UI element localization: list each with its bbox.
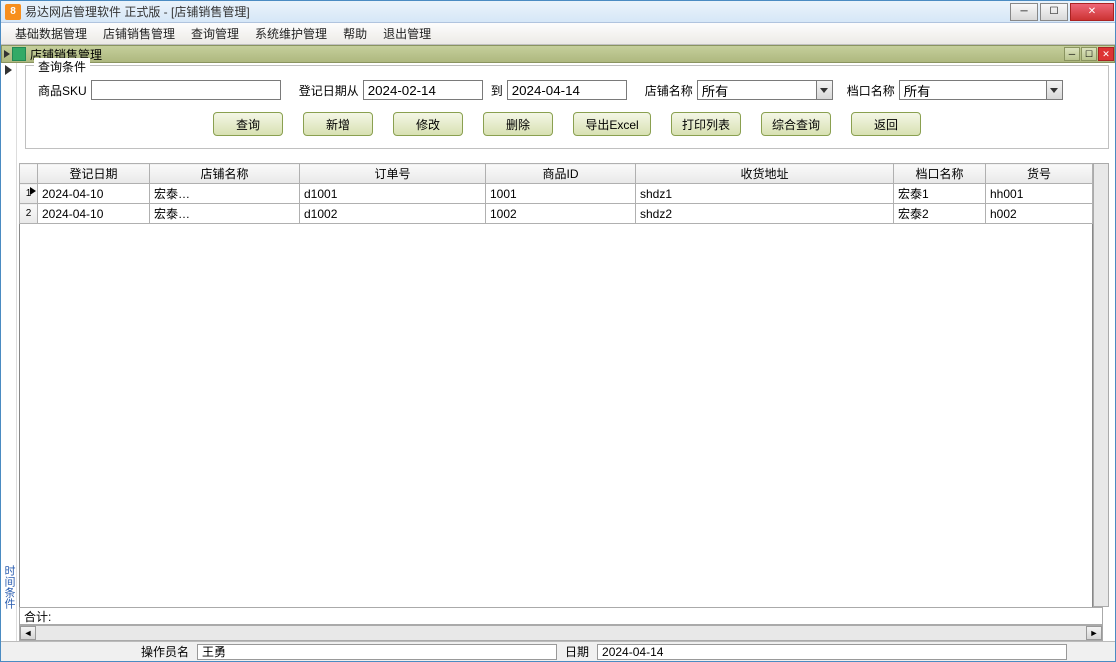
cell-store[interactable]: 宏泰… — [150, 184, 300, 204]
maximize-button[interactable]: ☐ — [1040, 3, 1068, 21]
mdi-minimize-button[interactable]: ─ — [1064, 47, 1080, 61]
query-groupbox: 查询条件 商品SKU 登记日期从 到 店铺名称 档口名称 — [25, 65, 1109, 149]
horizontal-scrollbar[interactable]: ◄ ► — [19, 625, 1103, 641]
chevron-down-icon[interactable] — [1047, 80, 1063, 100]
back-button[interactable]: 返回 — [851, 112, 921, 136]
table-row[interactable]: 2 2024-04-10 宏泰… d1002 1002 shdz2 宏泰2 h0… — [20, 204, 1093, 224]
mdi-restore-button[interactable]: ☐ — [1081, 47, 1097, 61]
stall-combo[interactable] — [899, 80, 1063, 100]
col-pid[interactable]: 商品ID — [486, 164, 636, 184]
query-button[interactable]: 查询 — [213, 112, 283, 136]
cell-order[interactable]: d1001 — [300, 184, 486, 204]
menu-system[interactable]: 系统维护管理 — [247, 25, 335, 42]
stall-combo-input[interactable] — [899, 80, 1047, 100]
cell-pid[interactable]: 1001 — [486, 184, 636, 204]
status-bar: 操作员名 王勇 日期 2024-04-14 — [1, 641, 1115, 661]
row-number: 2 — [20, 204, 38, 224]
col-stall[interactable]: 档口名称 — [894, 164, 986, 184]
cell-store[interactable]: 宏泰… — [150, 204, 300, 224]
date-to-label: 到 — [491, 82, 503, 99]
cell-stall[interactable]: 宏泰1 — [894, 184, 986, 204]
print-button[interactable]: 打印列表 — [671, 112, 741, 136]
sku-input[interactable] — [91, 80, 281, 100]
chevron-down-icon[interactable] — [817, 80, 833, 100]
mdi-close-button[interactable]: ✕ — [1098, 47, 1114, 61]
add-button[interactable]: 新增 — [303, 112, 373, 136]
col-addr[interactable]: 收货地址 — [636, 164, 894, 184]
menu-exit[interactable]: 退出管理 — [375, 25, 439, 42]
app-icon: 8 — [5, 4, 21, 20]
edit-button[interactable]: 修改 — [393, 112, 463, 136]
cell-sku[interactable]: hh001 — [986, 184, 1093, 204]
main-window: 8 易达网店管理软件 正式版 - [店铺销售管理] ─ ☐ ✕ 基础数据管理 店… — [0, 0, 1116, 662]
cell-addr[interactable]: shdz1 — [636, 184, 894, 204]
window-title: 易达网店管理软件 正式版 - [店铺销售管理] — [25, 3, 250, 20]
menu-bar: 基础数据管理 店铺销售管理 查询管理 系统维护管理 帮助 退出管理 — [1, 23, 1115, 45]
left-gutter — [1, 63, 17, 641]
date-to-input[interactable] — [507, 80, 627, 100]
data-grid[interactable]: 登记日期 店铺名称 订单号 商品ID 收货地址 档口名称 货号 — [19, 163, 1093, 224]
delete-button[interactable]: 删除 — [483, 112, 553, 136]
side-vertical-text: 时间条件 — [3, 565, 14, 609]
mdi-header: 店铺销售管理 ─ ☐ ✕ — [1, 45, 1115, 63]
cell-pid[interactable]: 1002 — [486, 204, 636, 224]
grid-wrap: 登记日期 店铺名称 订单号 商品ID 收货地址 档口名称 货号 — [19, 163, 1109, 641]
sku-label: 商品SKU — [38, 82, 87, 99]
menu-basic-data[interactable]: 基础数据管理 — [7, 25, 95, 42]
menu-help[interactable]: 帮助 — [335, 25, 375, 42]
col-sku[interactable]: 货号 — [986, 164, 1093, 184]
col-reg-date[interactable]: 登记日期 — [38, 164, 150, 184]
date-from-label: 登记日期从 — [299, 82, 359, 99]
scroll-left-icon[interactable]: ◄ — [20, 626, 36, 640]
export-button[interactable]: 导出Excel — [573, 112, 651, 136]
cell-order[interactable]: d1002 — [300, 204, 486, 224]
operator-value: 王勇 — [197, 644, 557, 660]
row-header-corner — [20, 164, 38, 184]
cell-reg-date[interactable]: 2024-04-10 — [38, 184, 150, 204]
gutter-arrow-icon — [5, 65, 12, 75]
advanced-query-button[interactable]: 综合查询 — [761, 112, 831, 136]
store-label: 店铺名称 — [645, 82, 693, 99]
summary-row: 合计: — [19, 607, 1103, 625]
scroll-right-icon[interactable]: ► — [1086, 626, 1102, 640]
menu-query[interactable]: 查询管理 — [183, 25, 247, 42]
stall-label: 档口名称 — [847, 82, 895, 99]
row-number: 1 — [20, 184, 38, 204]
col-order[interactable]: 订单号 — [300, 164, 486, 184]
content-area: 查询条件 商品SKU 登记日期从 到 店铺名称 档口名称 — [1, 63, 1115, 641]
date-from-input[interactable] — [363, 80, 483, 100]
status-date-value: 2024-04-14 — [597, 644, 1067, 660]
table-row[interactable]: 1 2024-04-10 宏泰… d1001 1001 shdz1 宏泰1 hh… — [20, 184, 1093, 204]
cell-reg-date[interactable]: 2024-04-10 — [38, 204, 150, 224]
operator-label: 操作员名 — [141, 643, 189, 660]
status-date-label: 日期 — [565, 643, 589, 660]
mdi-indicator-icon — [4, 50, 10, 58]
menu-store-sales[interactable]: 店铺销售管理 — [95, 25, 183, 42]
minimize-button[interactable]: ─ — [1010, 3, 1038, 21]
current-row-icon — [30, 187, 36, 195]
col-store[interactable]: 店铺名称 — [150, 164, 300, 184]
mdi-window-icon — [12, 47, 26, 61]
vertical-scrollbar[interactable] — [1093, 163, 1109, 607]
summary-label: 合计: — [20, 608, 68, 625]
store-combo-input[interactable] — [697, 80, 817, 100]
grid-empty-area — [19, 224, 1093, 607]
cell-addr[interactable]: shdz2 — [636, 204, 894, 224]
store-combo[interactable] — [697, 80, 833, 100]
title-bar: 8 易达网店管理软件 正式版 - [店铺销售管理] ─ ☐ ✕ — [1, 1, 1115, 23]
query-legend: 查询条件 — [34, 58, 90, 75]
cell-sku[interactable]: h002 — [986, 204, 1093, 224]
close-button[interactable]: ✕ — [1070, 3, 1114, 21]
cell-stall[interactable]: 宏泰2 — [894, 204, 986, 224]
